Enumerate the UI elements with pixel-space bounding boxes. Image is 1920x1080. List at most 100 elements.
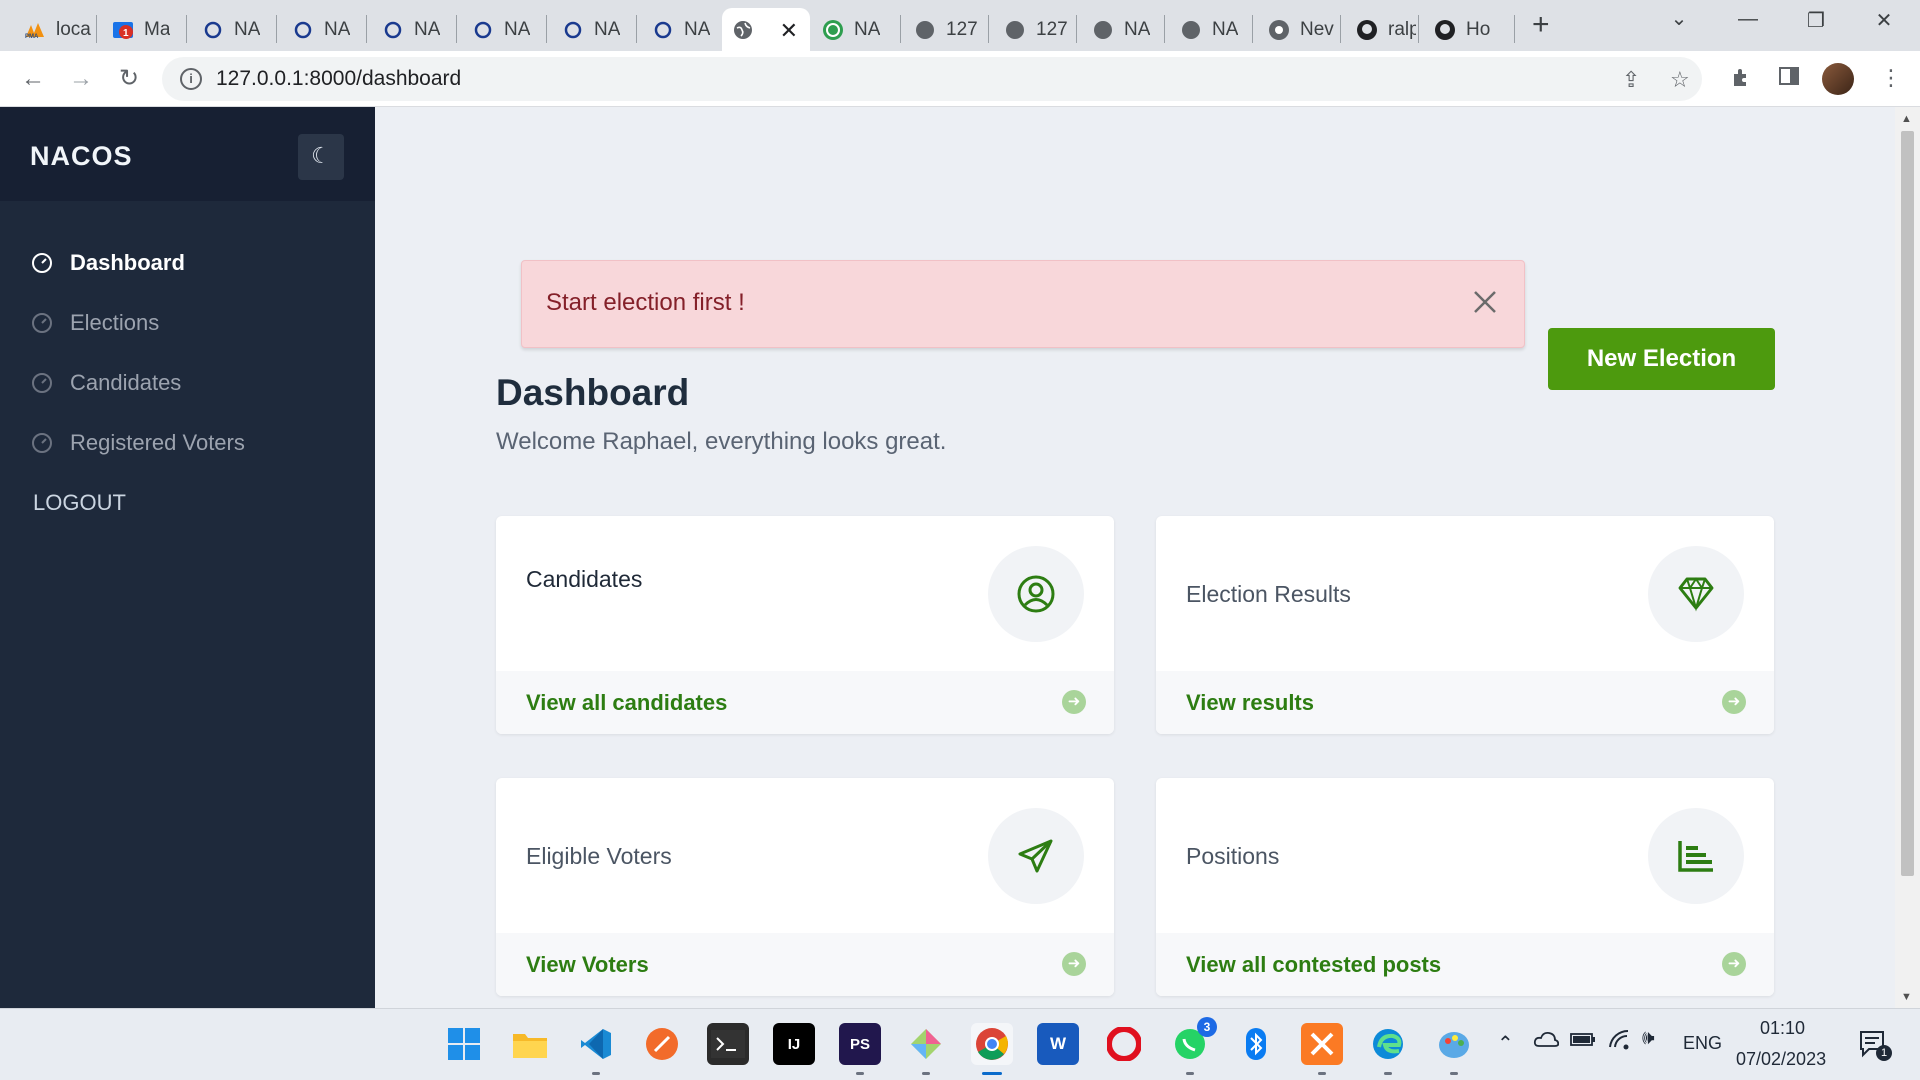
card-footer[interactable]: View results ➜: [1156, 671, 1774, 734]
card-footer[interactable]: View all candidates ➜: [496, 671, 1114, 734]
active-indicator: [982, 1072, 1002, 1075]
alert-message: Start election first !: [546, 289, 745, 316]
scroll-down-icon[interactable]: ▼: [1901, 991, 1912, 1003]
browser-tab[interactable]: 1 Ma: [102, 8, 182, 51]
chrome-icon: [1268, 19, 1290, 41]
arrow-right-icon[interactable]: ➜: [1062, 690, 1086, 714]
new-tab-button[interactable]: +: [1532, 10, 1550, 40]
browser-tab[interactable]: NA: [552, 8, 632, 51]
card-positions: Positions View all contested posts ➜: [1156, 778, 1774, 996]
site-info-icon[interactable]: i: [180, 68, 202, 90]
tab-search-icon[interactable]: ⌄: [1659, 6, 1699, 31]
logout-link[interactable]: LOGOUT: [0, 473, 375, 533]
browser-tab-active[interactable]: ✕: [722, 8, 810, 51]
side-panel-icon[interactable]: [1778, 65, 1800, 93]
browser-tab[interactable]: 127: [904, 8, 990, 51]
file-explorer-icon[interactable]: [509, 1023, 551, 1065]
profile-avatar[interactable]: [1822, 63, 1854, 95]
globe-icon: [1180, 19, 1202, 41]
bar-chart-icon: [1648, 808, 1744, 904]
page-scrollbar[interactable]: ▲ ▼: [1895, 107, 1920, 1008]
browser-tab[interactable]: NA: [642, 8, 722, 51]
vscode-icon[interactable]: [575, 1023, 617, 1075]
notification-center-icon[interactable]: 1: [1858, 1029, 1892, 1064]
whatsapp-icon[interactable]: 3: [1169, 1017, 1217, 1075]
sidebar-item-candidates[interactable]: Candidates: [0, 353, 375, 413]
view-results-link[interactable]: View results: [1186, 690, 1314, 716]
scrollbar-thumb[interactable]: [1901, 131, 1914, 876]
browser-tab[interactable]: Nev: [1258, 8, 1344, 51]
show-hidden-icons-chevron-icon[interactable]: ⌃: [1497, 1031, 1514, 1056]
arrow-right-icon[interactable]: ➜: [1722, 952, 1746, 976]
sidebar-item-label: Dashboard: [70, 250, 185, 275]
card-election-results: Election Results View results ➜: [1156, 516, 1774, 734]
sidebar-item-dashboard[interactable]: Dashboard: [0, 233, 375, 293]
minimize-button[interactable]: —: [1728, 8, 1768, 31]
view-voters-link[interactable]: View Voters: [526, 952, 649, 978]
paint-icon[interactable]: [1433, 1023, 1475, 1075]
wifi-icon[interactable]: [1608, 1029, 1632, 1056]
more-menu-icon[interactable]: ⋮: [1880, 65, 1902, 91]
browser-tab[interactable]: NA: [462, 8, 542, 51]
share-icon[interactable]: ⇪: [1622, 67, 1640, 93]
opera-icon[interactable]: [1103, 1023, 1145, 1065]
sourcetree-icon[interactable]: [905, 1023, 947, 1075]
terminal-icon[interactable]: [707, 1023, 749, 1065]
close-window-button[interactable]: ✕: [1864, 8, 1904, 33]
sidebar-item-registered-voters[interactable]: Registered Voters: [0, 413, 375, 473]
arrow-right-icon[interactable]: ➜: [1062, 952, 1086, 976]
brand-logo[interactable]: NACOS: [30, 141, 133, 172]
sidebar-item-elections[interactable]: Elections: [0, 293, 375, 353]
volume-icon[interactable]: 🕪: [1642, 1027, 1655, 1050]
close-tab-icon[interactable]: ✕: [780, 18, 798, 44]
running-indicator: [1450, 1072, 1458, 1075]
battery-icon[interactable]: [1570, 1029, 1596, 1054]
close-alert-button[interactable]: [1468, 285, 1502, 319]
bookmark-star-icon[interactable]: ☆: [1670, 67, 1690, 93]
browser-tab[interactable]: NA: [372, 8, 452, 51]
browser-tab[interactable]: PMA loca: [14, 8, 94, 51]
language-indicator[interactable]: ENG: [1683, 1033, 1722, 1054]
forward-button[interactable]: →: [66, 65, 96, 95]
clock-date[interactable]: 07/02/2023: [1736, 1049, 1826, 1070]
sidebar-menu: Dashboard Elections Candidates Registere…: [0, 233, 375, 533]
running-indicator: [592, 1072, 600, 1075]
start-menu-icon[interactable]: [443, 1023, 485, 1065]
browser-tab[interactable]: NA: [192, 8, 272, 51]
user-circle-icon: [988, 546, 1084, 642]
reload-button[interactable]: ↻: [114, 65, 144, 95]
edge-icon[interactable]: [1367, 1023, 1409, 1075]
theme-toggle-button[interactable]: ☾: [298, 134, 344, 180]
phpmyadmin-icon: PMA: [24, 19, 46, 41]
browser-tab[interactable]: Ho: [1424, 8, 1508, 51]
browser-tab[interactable]: ralp: [1346, 8, 1416, 51]
back-button[interactable]: ←: [18, 65, 48, 95]
view-all-candidates-link[interactable]: View all candidates: [526, 690, 727, 716]
view-contested-posts-link[interactable]: View all contested posts: [1186, 952, 1441, 978]
browser-tab[interactable]: NA: [812, 8, 898, 51]
xampp-icon[interactable]: [1301, 1023, 1343, 1075]
restore-button[interactable]: ❐: [1796, 8, 1836, 33]
extensions-icon[interactable]: [1730, 65, 1754, 95]
browser-tab[interactable]: NA: [282, 8, 362, 51]
new-election-button[interactable]: New Election: [1548, 328, 1775, 390]
onedrive-cloud-icon[interactable]: [1533, 1029, 1560, 1054]
browser-tab[interactable]: NA: [1082, 8, 1168, 51]
address-bar[interactable]: i 127.0.0.1:8000/dashboard ⇪ ☆: [162, 57, 1702, 101]
loading-icon: [202, 19, 224, 41]
phpstorm-icon[interactable]: PS: [839, 1023, 881, 1075]
bluetooth-icon[interactable]: [1235, 1023, 1277, 1065]
scroll-up-icon[interactable]: ▲: [1901, 113, 1912, 125]
browser-tab[interactable]: NA: [1170, 8, 1256, 51]
url-text[interactable]: 127.0.0.1:8000/dashboard: [216, 67, 461, 91]
sublime-icon[interactable]: [641, 1023, 683, 1065]
word-icon[interactable]: W: [1037, 1023, 1079, 1065]
card-footer[interactable]: View all contested posts ➜: [1156, 933, 1774, 996]
clock-time[interactable]: 01:10: [1760, 1018, 1805, 1039]
mail-icon: 1: [112, 19, 134, 41]
arrow-right-icon[interactable]: ➜: [1722, 690, 1746, 714]
browser-tab[interactable]: 127: [994, 8, 1080, 51]
intellij-icon[interactable]: IJ: [773, 1023, 815, 1065]
card-footer[interactable]: View Voters ➜: [496, 933, 1114, 996]
chrome-taskbar-icon[interactable]: [971, 1023, 1013, 1075]
